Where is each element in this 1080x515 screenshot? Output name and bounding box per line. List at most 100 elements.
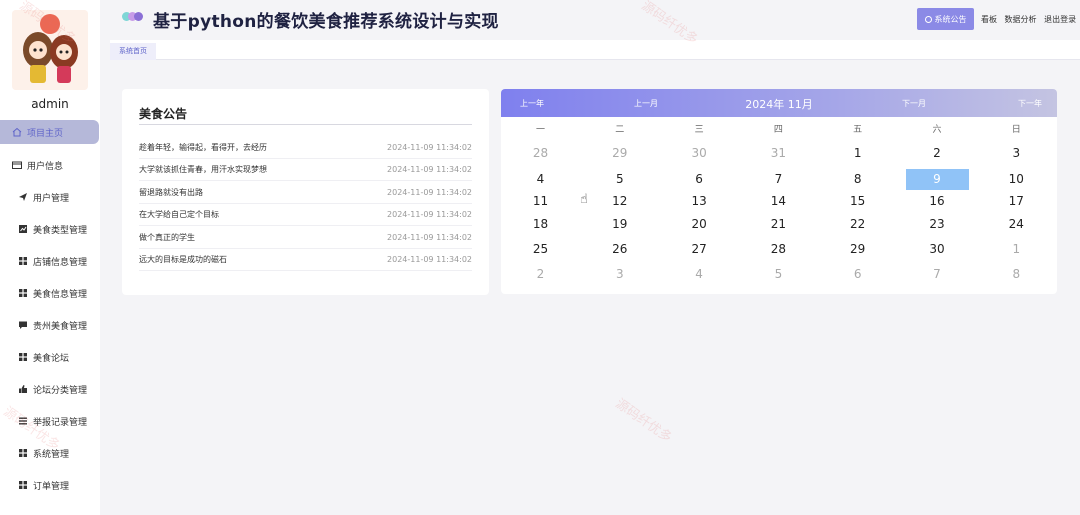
announcement-card: 美食公告 趁着年轻，输得起，看得开，去经历 2024-11-09 11:34:02…: [122, 89, 489, 295]
system-notice-label: 系统公告: [934, 14, 967, 24]
calendar-day[interactable]: 29: [588, 143, 651, 164]
data-analysis-link[interactable]: 数据分析: [1005, 15, 1037, 24]
announcement-row[interactable]: 趁着年轻，输得起，看得开，去经历 2024-11-09 11:34:02: [139, 137, 472, 159]
grid-icon: [18, 352, 28, 362]
calendar-day[interactable]: 11: [509, 191, 572, 212]
calendar-day[interactable]: 22: [826, 214, 889, 235]
announcement-row[interactable]: 大学就该抓住青春，用汗水实现梦想 2024-11-09 11:34:02: [139, 159, 472, 182]
sidebar-item[interactable]: 项目主页: [0, 120, 99, 144]
calendar-day[interactable]: 30: [906, 239, 969, 260]
calendar-day[interactable]: 5: [747, 264, 810, 285]
next-month-button[interactable]: 下一月: [902, 98, 926, 109]
calendar-day[interactable]: 2: [906, 143, 969, 164]
announcement-row[interactable]: 在大学给自己定个目标 2024-11-09 11:34:02: [139, 204, 472, 227]
avatar-image: [12, 10, 88, 90]
sidebar-item-label: 贵州美食管理: [33, 321, 88, 332]
calendar-day[interactable]: 6: [668, 169, 731, 190]
header-links: 看板 数据分析 退出登录: [981, 14, 1080, 25]
avatar[interactable]: [12, 10, 88, 90]
calendar-day[interactable]: 5: [588, 169, 651, 190]
calendar-day[interactable]: 19: [588, 214, 651, 235]
sidebar-item-label: 系统管理: [33, 449, 70, 460]
calendar-day[interactable]: 1: [985, 239, 1048, 260]
calendar-day[interactable]: 3: [985, 143, 1048, 164]
grid-icon: [18, 288, 28, 298]
calendar-day[interactable]: 23: [906, 214, 969, 235]
header: 基于python的餐饮美食推荐系统设计与实现 系统公告 看板 数据分析 退出登录: [100, 0, 1080, 38]
calendar-day[interactable]: 28: [509, 143, 572, 164]
sidebar-item[interactable]: 美食类型管理: [0, 217, 100, 241]
watermark: 源码纤优多: [612, 396, 675, 446]
tab-home[interactable]: 系统首页: [110, 43, 156, 60]
announcement-row[interactable]: 做个真正的学生 2024-11-09 11:34:02: [139, 227, 472, 249]
calendar-header: 上一年 上一月 2024年 11月 下一月 下一年: [501, 89, 1057, 117]
announcement-text: 留退路就没有出路: [139, 187, 203, 197]
sidebar-item[interactable]: 举报记录管理: [0, 409, 100, 433]
sidebar-item[interactable]: 论坛分类管理: [0, 377, 100, 401]
calendar-day[interactable]: 7: [747, 169, 810, 190]
calendar-day[interactable]: 7: [906, 264, 969, 285]
sidebar-item-label: 店铺信息管理: [33, 257, 88, 268]
calendar-day[interactable]: 15: [826, 191, 889, 212]
sidebar: admin 项目主页用户信息用户管理美食类型管理 店铺信息管理美食信息管理贵州美食…: [0, 0, 100, 515]
weekday-label: 四: [773, 125, 783, 135]
calendar-day[interactable]: 21: [747, 214, 810, 235]
grid-icon: [18, 480, 28, 490]
calendar-day[interactable]: 31: [747, 143, 810, 164]
sidebar-item[interactable]: 订单管理: [0, 473, 100, 497]
sidebar-item[interactable]: 用户信息: [0, 153, 100, 177]
announcement-date: 2024-11-09 11:34:02: [387, 210, 472, 220]
sidebar-item[interactable]: 系统管理: [0, 441, 100, 465]
announcement-row[interactable]: 留退路就没有出路 2024-11-09 11:34:02: [139, 182, 472, 204]
sidebar-item-label: 美食类型管理: [33, 225, 88, 236]
announcement-row[interactable]: 远大的目标是成功的磁石 2024-11-09 11:34:02: [139, 249, 472, 271]
sidebar-item[interactable]: 店铺信息管理: [0, 249, 100, 273]
logout-link[interactable]: 退出登录: [1044, 15, 1076, 24]
tab-bar: 系统首页: [110, 40, 1080, 60]
calendar-day[interactable]: 3: [588, 264, 651, 285]
calendar-day[interactable]: 4: [668, 264, 731, 285]
calendar-day[interactable]: 27: [668, 239, 731, 260]
calendar-day[interactable]: 12: [588, 191, 651, 212]
calendar-day[interactable]: 6: [826, 264, 889, 285]
system-notice-button[interactable]: 系统公告: [917, 8, 974, 30]
calendar-day[interactable]: 13: [668, 191, 731, 212]
calendar-day[interactable]: 29: [826, 239, 889, 260]
sidebar-item[interactable]: 美食论坛: [0, 345, 100, 369]
calendar-day[interactable]: 8: [985, 264, 1048, 285]
calendar-day[interactable]: 4: [509, 169, 572, 190]
calendar-day[interactable]: 10: [985, 169, 1048, 190]
calendar-day[interactable]: 25: [509, 239, 572, 260]
calendar-day[interactable]: 16: [906, 191, 969, 212]
logo-icon: [122, 12, 143, 21]
calendar-day[interactable]: 24: [985, 214, 1048, 235]
sidebar-item[interactable]: 美食信息管理: [0, 281, 100, 305]
sidebar-item[interactable]: 用户管理: [0, 185, 100, 209]
calendar-day-today[interactable]: 9: [905, 169, 969, 190]
grid-icon: [18, 448, 28, 458]
announcement-text: 趁着年轻，输得起，看得开，去经历: [139, 143, 267, 152]
dashboard-link[interactable]: 看板: [981, 15, 997, 24]
calendar-day[interactable]: 28: [747, 239, 810, 260]
calendar-day[interactable]: 1: [826, 143, 889, 164]
calendar-day[interactable]: 26: [588, 239, 651, 260]
calendar-day[interactable]: 20: [668, 214, 731, 235]
calendar-day[interactable]: 2: [509, 264, 572, 285]
calendar-month-label: 2024年 11月: [745, 98, 813, 111]
announcement-date: 2024-11-09 11:34:02: [387, 187, 472, 197]
calendar-day[interactable]: 8: [826, 169, 889, 190]
weekday-label: 五: [853, 125, 863, 135]
next-year-button[interactable]: 下一年: [1018, 98, 1042, 109]
announcement-text: 做个真正的学生: [139, 232, 195, 242]
sidebar-item-label: 订单管理: [33, 481, 70, 492]
weekday-label: 六: [932, 125, 942, 135]
calendar-day[interactable]: 30: [668, 143, 731, 164]
weekday-label: 日: [1011, 125, 1021, 135]
sidebar-item[interactable]: 贵州美食管理: [0, 313, 100, 337]
calendar-day[interactable]: 17: [985, 191, 1048, 212]
sidebar-item-label: 用户管理: [33, 193, 70, 204]
calendar-day[interactable]: 18: [509, 214, 572, 235]
username: admin: [31, 97, 69, 111]
calendar-day[interactable]: 14: [747, 191, 810, 212]
weekday-label: 一: [535, 125, 545, 135]
